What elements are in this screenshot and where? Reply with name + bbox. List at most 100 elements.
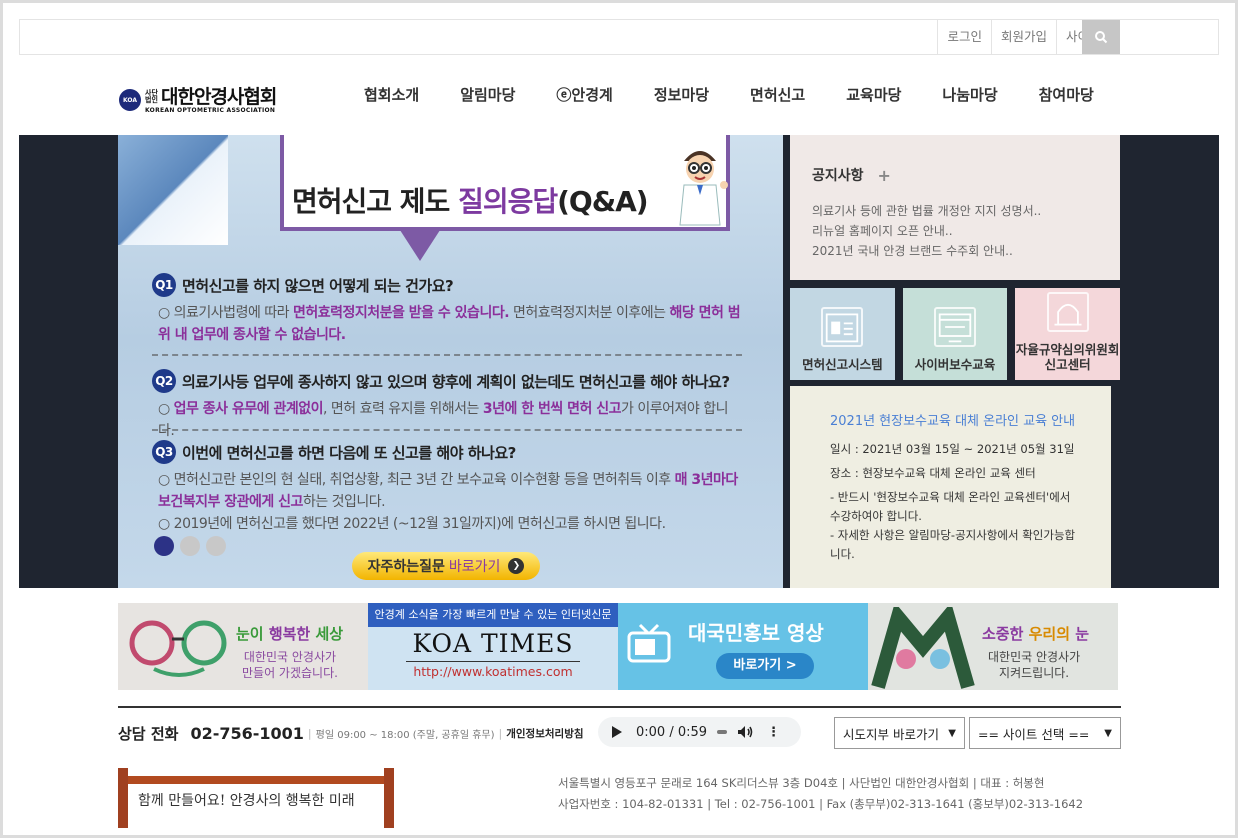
qa-item-1: Q1 면허신고를 하지 않으면 어떻게 되는 건가요? ○ 의료기사법령에 따라… — [152, 273, 742, 346]
ad-banners: 눈이 행복한 세상 대한민국 안경사가 만들어 가겠습니다. 안경계 소식을 가… — [118, 603, 1118, 690]
separator: | — [307, 726, 312, 740]
logo-text: 사단법인 대한안경사협회 KOREAN OPTOMETRIC ASSOCIATI… — [145, 87, 277, 114]
slogan-board: 함께 만들어요! 안경사의 행복한 미래 — [118, 768, 394, 828]
ad4-h-a: 소중한 — [982, 625, 1029, 643]
site-logo[interactable]: KOA 사단법인 대한안경사협회 KOREAN OPTOMETRIC ASSOC… — [119, 84, 277, 116]
contact-phone: 02-756-1001 — [190, 723, 304, 743]
site-select[interactable]: == 사이트 선택 == ▼ — [969, 717, 1121, 749]
education-notice-title[interactable]: 2021년 현장보수교육 대체 온라인 교육 안내 — [830, 412, 1081, 431]
audio-player[interactable]: 0:00 / 0:59 ⋮ — [598, 717, 801, 747]
divider — [152, 354, 742, 356]
a3-part1: ○ 면허신고란 본인의 현 실태, 취업상황, 최근 3년 간 보수교육 이수현… — [158, 472, 675, 488]
glasses-icon — [129, 620, 227, 677]
question-1-text: 면허신고를 하지 않으면 어떻게 되는 건가요? — [182, 276, 454, 295]
search-icon — [1095, 31, 1108, 44]
a1-part2: 면허효력정지처분을 받을 수 있습니다. — [293, 305, 510, 321]
nav-participation[interactable]: 참여마당 — [1039, 84, 1094, 108]
slide-dot-2[interactable] — [180, 536, 200, 556]
cyber-education-button[interactable]: 사이버보수교육 — [902, 288, 1008, 380]
banner-title: 면허신고 제도 질의응답(Q&A) — [292, 180, 649, 220]
login-link[interactable]: 로그인 — [937, 20, 991, 54]
ad1-heading: 눈이 행복한 세상 — [236, 623, 343, 644]
list-item[interactable]: 2021년 국내 안경 브랜드 수주회 안내.. — [812, 241, 1098, 261]
slide-dot-3[interactable] — [206, 536, 226, 556]
privacy-policy-link[interactable]: 개인정보처리방침 — [506, 726, 583, 741]
q3-badge: Q3 — [152, 440, 176, 464]
quick-menu: 면허신고시스템 사이버보수교육 자율규약심의위원회 신고센터 — [790, 288, 1121, 380]
ad3-heading: 대국민홍보 영상 — [688, 621, 824, 645]
nav-info[interactable]: 정보마당 — [654, 84, 709, 108]
ad-promo-video[interactable]: 대국민홍보 영상 바로가기 > — [618, 603, 868, 690]
address-line-1: 서울특별시 영등포구 문래로 164 SK리더스뷰 3층 D04호 | 사단법인… — [558, 776, 1045, 790]
ad-koa-times[interactable]: 안경계 소식을 가장 빠르게 만날 수 있는 인터넷신문 KOA TIMES h… — [368, 603, 618, 690]
contact-title: 상담 전화 — [118, 724, 179, 743]
education-note-1: - 반드시 '현장보수교육 대체 온라인 교육센터'에서 수강하여야 합니다. — [830, 490, 1071, 523]
ad-happy-eyes[interactable]: 눈이 행복한 세상 대한민국 안경사가 만들어 가겠습니다. — [118, 603, 368, 690]
banner-title-c: (Q&A) — [557, 185, 648, 218]
volume-icon[interactable] — [737, 725, 753, 739]
main-navigation: 협회소개 알림마당 ⓔ안경계 정보마당 면허신고 교육마당 나눔마당 참여마당 — [364, 84, 1094, 108]
ad1-h-b: 행복한 — [268, 625, 311, 643]
education-place: 장소 : 현장보수교육 대체 온라인 교육 센터 — [830, 466, 1036, 480]
answer-3: ○ 면허신고란 본인의 현 실태, 취업상황, 최근 3년 간 보수교육 이수현… — [152, 469, 742, 535]
ad1-h-c: 세상 — [310, 625, 344, 643]
list-item[interactable]: 의료기사 등에 관한 법률 개정안 지지 성명서.. — [812, 201, 1098, 221]
arrow-right-icon: ❯ — [508, 558, 525, 574]
nav-license-report[interactable]: 면허신고 — [750, 84, 805, 108]
notice-title: 공지사항 + — [812, 165, 1098, 185]
list-item[interactable]: 리뉴얼 홈페이지 오픈 안내.. — [812, 221, 1098, 241]
nav-education[interactable]: 교육마당 — [846, 84, 901, 108]
qa-item-2: Q2 의료기사등 업무에 종사하지 않고 있으며 향후에 계획이 없는데도 면허… — [152, 369, 742, 442]
a2-part2: 업무 종사 유무에 관계없이 — [173, 401, 324, 417]
ad3-go-button[interactable]: 바로가기 > — [716, 653, 814, 679]
faq-go: 바로가기 — [448, 559, 501, 575]
qa-item-3: Q3 이번에 면허신고를 하면 다음에 또 신고를 해야 하나요? ○ 면허신고… — [152, 440, 742, 535]
play-icon[interactable] — [612, 726, 622, 738]
faq-shortcut-button[interactable]: 자주하는질문 바로가기 ❯ — [352, 552, 540, 580]
search-button[interactable] — [1082, 20, 1120, 54]
chevron-down-icon: ▼ — [1104, 727, 1112, 739]
logo-small: 사단법인 — [145, 88, 158, 104]
question-3-text: 이번에 면허신고를 하면 다음에 또 신고를 해야 하나요? — [182, 443, 516, 462]
quick-label: 면허신고시스템 — [802, 357, 883, 372]
ad4-heading: 소중한 우리의 눈 — [982, 623, 1089, 644]
self-regulation-report-button[interactable]: 자율규약심의위원회 신고센터 — [1015, 288, 1121, 380]
notice-title-text: 공지사항 — [812, 168, 864, 184]
board-post-left — [118, 768, 128, 828]
question-2: Q2 의료기사등 업무에 종사하지 않고 있으며 향후에 계획이 없는데도 면허… — [152, 369, 742, 393]
nav-sharing[interactable]: 나눔마당 — [942, 84, 997, 108]
license-system-button[interactable]: 면허신고시스템 — [790, 288, 895, 380]
more-options-icon[interactable]: ⋮ — [767, 725, 780, 740]
ad2-url: http://www.koatimes.com — [406, 661, 580, 679]
progress-bar[interactable] — [717, 730, 728, 734]
qa-banner[interactable]: 면허신고 제도 질의응답(Q&A) Q1 면허신고를 하지 않으면 어떻게 되는… — [118, 135, 783, 588]
signup-link[interactable]: 회원가입 — [990, 20, 1056, 54]
nav-e-optical[interactable]: ⓔ안경계 — [556, 84, 612, 108]
nav-about[interactable]: 협회소개 — [364, 84, 419, 108]
q2-badge: Q2 — [152, 369, 176, 393]
address-line-2: 사업자번호 : 104-82-01331 | Tel : 02-756-1001… — [558, 797, 1084, 811]
question-1: Q1 면허신고를 하지 않으면 어떻게 되는 건가요? — [152, 273, 742, 297]
q1-badge: Q1 — [152, 273, 176, 297]
ad4-sub: 대한민국 안경사가 지켜드립니다. — [988, 650, 1081, 680]
contact-info: 상담 전화 02-756-1001 | 평일 09:00 ~ 18:00 (주말… — [118, 722, 584, 744]
a2-part1: ○ — [158, 401, 174, 417]
slide-dot-1[interactable] — [154, 536, 174, 556]
ad1-h-a: 눈이 — [236, 625, 269, 643]
plus-icon[interactable]: + — [878, 166, 891, 185]
education-note-2: - 자세한 사항은 알림마당-공지사항에서 확인가능합니다. — [830, 528, 1076, 561]
branch-select-value: 시도지부 바로가기 — [843, 726, 939, 742]
contact-hours: 평일 09:00 ~ 18:00 (주말, 공휴일 휴무) — [315, 729, 495, 741]
nav-news[interactable]: 알림마당 — [460, 84, 515, 108]
branch-select[interactable]: 시도지부 바로가기 ▼ — [834, 717, 965, 749]
divider — [152, 429, 742, 431]
ad-precious-eyes[interactable]: 소중한 우리의 눈 대한민국 안경사가 지켜드립니다. — [868, 603, 1118, 690]
ad4-h-b: 우리의 — [1028, 625, 1071, 643]
logo-english: KOREAN OPTOMETRIC ASSOCIATION — [145, 106, 276, 114]
page-curl-decoration — [118, 135, 228, 245]
a2-part4: 3년에 한 번씩 면허 신고 — [482, 401, 622, 417]
chevron-down-icon: ▼ — [948, 727, 956, 739]
a3-part3: 하는 것입니다. — [302, 494, 386, 510]
ad2-brand: KOA TIMES — [412, 629, 574, 658]
education-notice: 2021년 현장보수교육 대체 온라인 교육 안내 일시 : 2021년 03월… — [790, 386, 1111, 588]
